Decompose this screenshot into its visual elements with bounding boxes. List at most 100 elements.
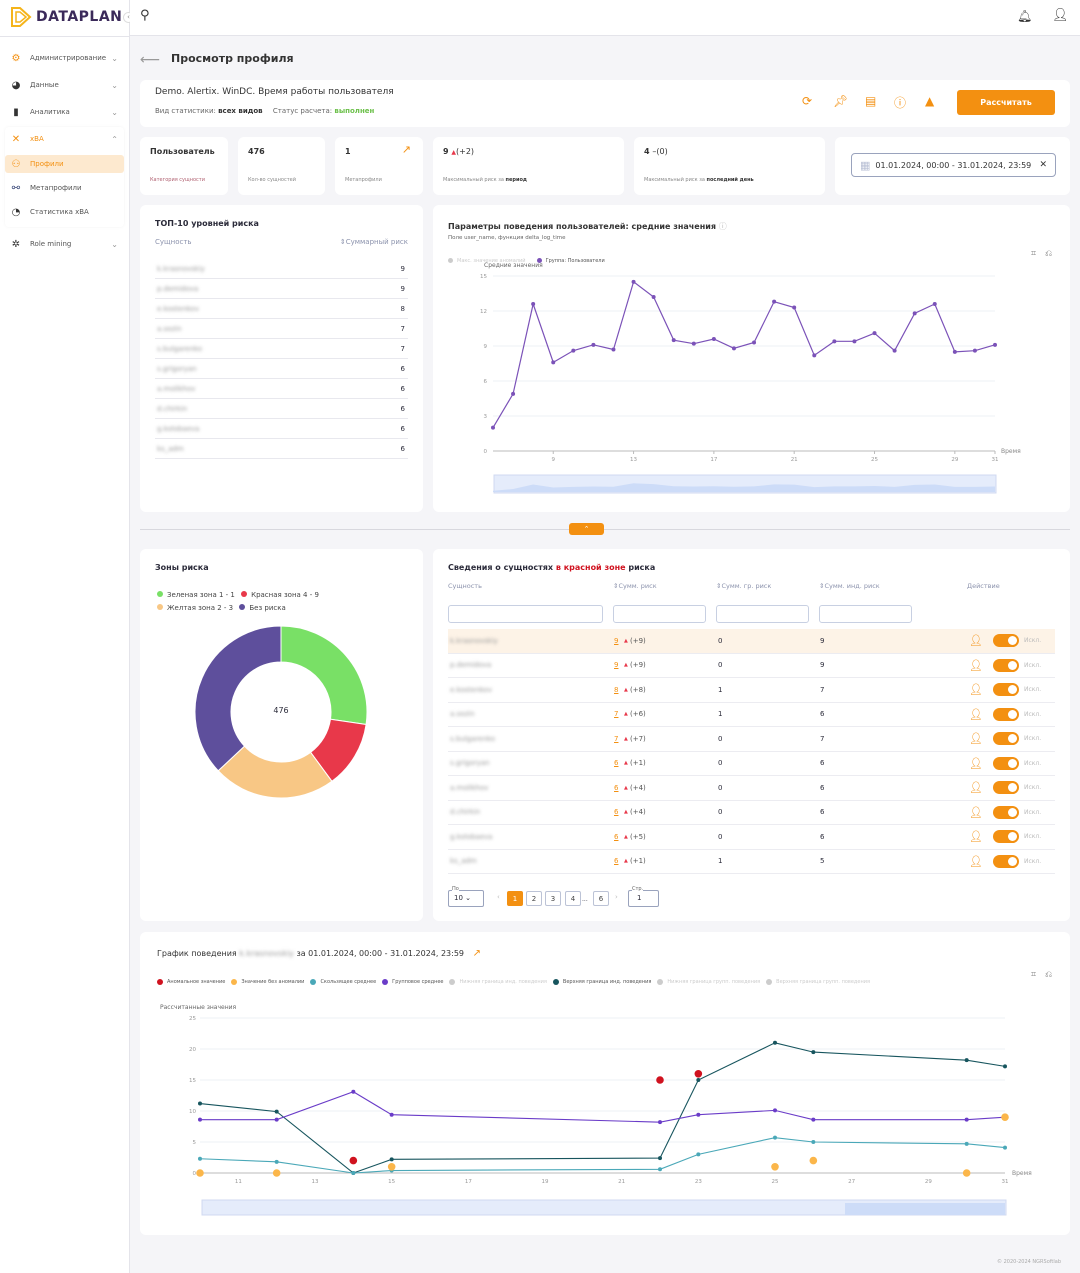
table-row[interactable]: g.kolobaeva 6 ▲ (+5) 0 6 👤︎ Искл.	[448, 825, 1055, 850]
exclude-toggle[interactable]	[993, 707, 1019, 721]
risk-delta: (+1)	[630, 857, 646, 866]
user-settings-icon[interactable]: 👤︎	[969, 634, 983, 647]
sidebar-item-xba-stats[interactable]: ◔ Статистика xBA	[10, 203, 122, 221]
filter-group-risk-input[interactable]	[716, 605, 809, 623]
page-button[interactable]: 2	[526, 891, 542, 906]
prev-page-button[interactable]: ‹	[497, 893, 500, 901]
collapse-section-button[interactable]: ⌃	[569, 523, 604, 535]
table-row[interactable]: s.grigoryan 6 ▲ (+1) 0 6 👤︎ Искл.	[448, 752, 1055, 776]
column-total-risk[interactable]: ⇕Сумм. риск	[613, 582, 657, 590]
user-settings-icon[interactable]: 👤︎	[969, 732, 983, 745]
date-range-input[interactable]: ▦ 01.01.2024, 00:00 - 31.01.2024, 23:59 …	[851, 153, 1056, 177]
total-risk-link[interactable]: 7	[614, 710, 618, 718]
list-item[interactable]: s.bulgarenko 7	[155, 339, 408, 359]
clear-icon[interactable]: ✕	[1039, 160, 1047, 170]
user-icon[interactable]: 👤︎	[1052, 8, 1069, 23]
risk-value: 6	[400, 385, 405, 393]
per-page-select[interactable]: По 10 ⌄	[448, 886, 484, 907]
list-item[interactable]: e.kostenkov 8	[155, 299, 408, 319]
total-risk-link[interactable]: 8	[614, 686, 618, 694]
sidebar-item-analytics[interactable]: ▮ Аналитика ⌄	[10, 103, 122, 121]
exclude-toggle[interactable]	[993, 634, 1019, 648]
table-row[interactable]: ks_adm 6 ▲ (+1) 1 5 👤︎ Искл.	[448, 850, 1055, 874]
sidebar-item-metaprofiles[interactable]: ⚯ Метапрофили	[10, 179, 122, 197]
total-risk-link[interactable]: 6	[614, 784, 618, 792]
sidebar-item-profiles[interactable]: ⚇ Профили	[5, 155, 124, 173]
list-item[interactable]: s.grigoryan 6	[155, 359, 408, 379]
page-button[interactable]: 4	[565, 891, 581, 906]
column-entity[interactable]: Сущность	[448, 582, 482, 590]
exclude-toggle[interactable]	[993, 854, 1019, 868]
exclude-toggle[interactable]	[993, 658, 1019, 672]
table-row[interactable]: e.kostenkov 8 ▲ (+8) 1 7 👤︎ Искл.	[448, 678, 1055, 703]
report-icon[interactable]: ▲	[925, 94, 934, 108]
page-number-input[interactable]: Стр. 1	[628, 886, 659, 907]
column-ind-risk[interactable]: ⇕Сумм. инд. риск	[819, 582, 880, 590]
table-row[interactable]: a.sozin 7 ▲ (+6) 1 6 👤︎ Искл.	[448, 703, 1055, 727]
column-entity[interactable]: Сущность	[155, 238, 192, 246]
user-settings-icon[interactable]: 👤︎	[969, 659, 983, 672]
total-risk-link[interactable]: 7	[614, 735, 618, 743]
page-button[interactable]: 3	[545, 891, 561, 906]
list-item[interactable]: a.molikhov 6	[155, 379, 408, 399]
sidebar-item-data[interactable]: ◕ Данные ⌄	[10, 76, 122, 94]
bell-icon[interactable]: 🔔︎	[1017, 9, 1032, 23]
exclude-toggle[interactable]	[993, 830, 1019, 844]
filter-ind-risk-input[interactable]	[819, 605, 912, 623]
table-row[interactable]: d.chirkin 6 ▲ (+4) 0 6 👤︎ Искл.	[448, 801, 1055, 825]
user-settings-icon[interactable]: 👤︎	[969, 757, 983, 770]
exclude-toggle[interactable]	[993, 683, 1019, 697]
user-settings-icon[interactable]: 👤︎	[969, 781, 983, 794]
entity-name: s.bulgarenko	[157, 345, 202, 353]
exclude-toggle[interactable]	[993, 756, 1019, 770]
user-settings-icon[interactable]: 👤︎	[969, 806, 983, 819]
next-page-button[interactable]: ›	[615, 893, 618, 901]
user-settings-icon[interactable]: 👤︎	[969, 708, 983, 721]
list-item[interactable]: g.kolobaeva 6	[155, 419, 408, 439]
pin-icon[interactable]: 📌︎	[833, 94, 848, 108]
search-icon[interactable]: ⚲	[140, 8, 150, 23]
total-risk-link[interactable]: 9	[614, 661, 618, 669]
list-item[interactable]: a.sozin 7	[155, 319, 408, 339]
ind-risk: 6	[820, 759, 825, 768]
total-risk-link[interactable]: 6	[614, 857, 618, 865]
list-item[interactable]: k.krasnovskiy 9	[155, 259, 408, 279]
back-arrow-icon[interactable]: ⟵	[140, 52, 160, 68]
logo[interactable]: DATAPLAN	[10, 6, 122, 28]
column-group-risk[interactable]: ⇕Сумм. гр. риск	[716, 582, 771, 590]
sidebar-item-role-mining[interactable]: ✲ Role mining ⌄	[10, 235, 122, 253]
list-item[interactable]: ks_adm 6	[155, 439, 408, 459]
logo-text: DATAPLAN	[36, 9, 123, 25]
table-row[interactable]: k.krasnovskiy 9 ▲ (+9) 0 9 👤︎ Искл.	[448, 629, 1055, 654]
sidebar-item-administration[interactable]: ⚙ Администрирование ⌄	[10, 49, 122, 67]
external-link-icon[interactable]: ↗	[402, 143, 411, 156]
table-row[interactable]: p.demidova 9 ▲ (+9) 0 9 👤︎ Искл.	[448, 654, 1055, 678]
column-total-risk[interactable]: ⇕Суммарный риск	[340, 238, 408, 246]
list-item[interactable]: p.demidova 9	[155, 279, 408, 299]
table-row[interactable]: s.bulgarenko 7 ▲ (+7) 0 7 👤︎ Искл.	[448, 727, 1055, 752]
total-risk-link[interactable]: 6	[614, 833, 618, 841]
page-button[interactable]: 1	[507, 891, 523, 906]
filter-total-risk-input[interactable]	[613, 605, 706, 623]
sidebar-item-xba[interactable]: ✕ xBA ⌃	[10, 130, 122, 148]
refresh-icon[interactable]: ⟳	[802, 94, 812, 108]
list-item[interactable]: d.chirkin 6	[155, 399, 408, 419]
exclude-toggle[interactable]	[993, 781, 1019, 795]
table-row[interactable]: a.molikhov 6 ▲ (+4) 0 6 👤︎ Искл.	[448, 776, 1055, 801]
info-icon[interactable]: ⓘ	[894, 94, 906, 111]
export-pdf-icon[interactable]: ▤	[865, 94, 876, 108]
arrow-up-icon: ▲	[624, 686, 628, 693]
user-settings-icon[interactable]: 👤︎	[969, 683, 983, 696]
page-button[interactable]: 6	[593, 891, 609, 906]
total-risk-link[interactable]: 6	[614, 759, 618, 767]
filter-entity-input[interactable]	[448, 605, 603, 623]
exclude-label: Искл.	[1024, 808, 1042, 816]
total-risk-link[interactable]: 9	[614, 637, 618, 645]
entity-name: s.grigoryan	[157, 365, 197, 373]
user-settings-icon[interactable]: 👤︎	[969, 855, 983, 868]
user-settings-icon[interactable]: 👤︎	[969, 830, 983, 843]
calculate-button[interactable]: Рассчитать	[957, 90, 1055, 115]
exclude-toggle[interactable]	[993, 805, 1019, 819]
exclude-toggle[interactable]	[993, 732, 1019, 746]
total-risk-link[interactable]: 6	[614, 808, 618, 816]
